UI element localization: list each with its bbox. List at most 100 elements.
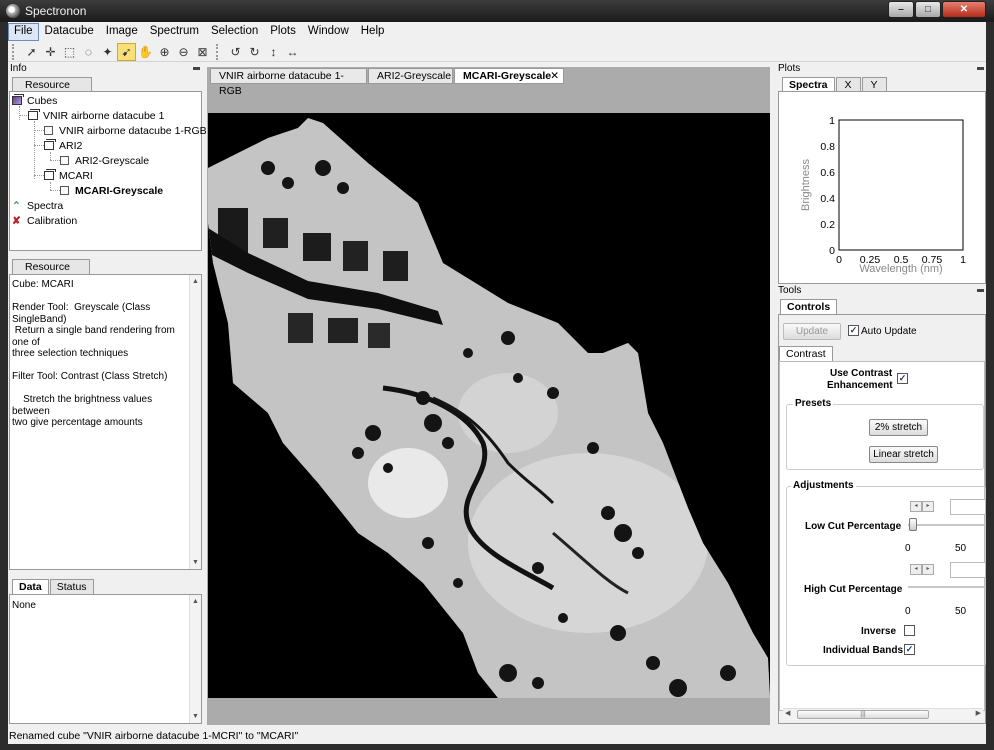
plots-dock-title[interactable]: Plots xyxy=(778,63,986,75)
tools-dock-title[interactable]: Tools xyxy=(778,285,986,297)
app-window: Spectronon – □ ✕ File Datacube Image Spe… xyxy=(0,0,994,750)
tab-spectra[interactable]: Spectra xyxy=(782,77,835,92)
tree-item-spectra[interactable]: ⌃ Spectra xyxy=(12,199,63,214)
info-dock-title[interactable]: Info xyxy=(10,63,202,75)
use-contrast-checkbox[interactable]: ✓ xyxy=(897,373,908,384)
status-bar: Renamed cube "VNIR airborne datacube 1-M… xyxy=(9,730,299,742)
contrast-tabbar: Contrast xyxy=(779,346,834,361)
presets-title: Presets xyxy=(793,398,834,409)
high-cut-field[interactable] xyxy=(950,562,986,578)
resource-info-panel: Cube: MCARI Render Tool: Greyscale (Clas… xyxy=(9,274,202,570)
spectra-icon: ⌃ xyxy=(12,200,21,212)
image-icon xyxy=(60,156,69,165)
menu-datacube[interactable]: Datacube xyxy=(39,23,100,41)
menu-window[interactable]: Window xyxy=(302,23,355,41)
cube-icon xyxy=(44,139,56,150)
minimize-button[interactable]: – xyxy=(888,1,914,18)
y-tick-label: 0.8 xyxy=(820,141,835,153)
tab-controls[interactable]: Controls xyxy=(780,299,838,314)
controls-hscrollbar[interactable]: ◀ ||| ▶ xyxy=(783,708,983,720)
dock-float-icon[interactable] xyxy=(977,289,984,292)
tab-data[interactable]: Data xyxy=(12,579,49,594)
doc-tab-mcari-greyscale[interactable]: MCARI-Greyscale ✕ xyxy=(454,68,564,84)
toolbar-grip[interactable] xyxy=(12,43,18,60)
tree-item-vnir-cube[interactable]: VNIR airborne datacube 1 xyxy=(28,109,164,124)
dock-float-icon[interactable] xyxy=(977,67,984,70)
close-button[interactable]: ✕ xyxy=(942,1,986,18)
low-cut-spinner[interactable]: ◂ ▸ xyxy=(910,501,934,512)
menu-help[interactable]: Help xyxy=(355,23,391,41)
individual-bands-checkbox[interactable]: ✓ xyxy=(904,644,915,655)
tab-resource-tree[interactable]: Resource Tree xyxy=(12,77,92,105)
title-bar[interactable]: Spectronon – □ ✕ xyxy=(0,0,994,22)
tree-item-cubes[interactable]: Cubes xyxy=(12,94,57,109)
crosshair-icon[interactable]: ✛ xyxy=(41,43,60,61)
low-cut-slider-track[interactable] xyxy=(908,524,986,526)
tree-item-ari2-greyscale[interactable]: ARI2-Greyscale xyxy=(60,154,149,169)
pointer-pick-icon[interactable]: ➹ xyxy=(117,42,136,61)
auto-update-checkbox[interactable]: ✓ xyxy=(848,325,859,336)
spectra-plot[interactable]: 00.20.40.60.81 0 0.25 0.5 0.75 1 Wavelength … xyxy=(779,92,985,283)
resource-tree-tabbar: Resource Tree xyxy=(12,77,93,105)
hand-pan-icon[interactable]: ✋ xyxy=(136,43,155,61)
window-frame-right xyxy=(986,22,994,750)
doc-tab-ari2-greyscale[interactable]: ARI2-Greyscale xyxy=(368,68,453,84)
tree-item-mcari[interactable]: MCARI xyxy=(44,169,93,184)
arrow-select-icon[interactable]: ➚ xyxy=(22,43,41,61)
zoom-in-icon[interactable]: ⊕ xyxy=(155,43,174,61)
maximize-button[interactable]: □ xyxy=(915,1,941,18)
y-tick-label: 0.4 xyxy=(820,193,835,205)
preset-linear-stretch-button[interactable]: Linear stretch xyxy=(869,446,938,463)
tree-item-vnir-rgb[interactable]: VNIR airborne datacube 1-RGB xyxy=(44,124,207,139)
toolbar-grip-2[interactable] xyxy=(216,43,222,60)
resource-tree[interactable]: Cubes VNIR airborne datacube 1 VNIR airb… xyxy=(9,91,207,251)
inverse-checkbox[interactable] xyxy=(904,625,915,636)
flip-vertical-icon[interactable]: ↕ xyxy=(264,43,283,61)
menu-plots[interactable]: Plots xyxy=(264,23,302,41)
low-cut-slider-handle[interactable] xyxy=(909,518,917,531)
scroll-right-icon[interactable]: ▶ xyxy=(976,709,981,717)
update-button[interactable]: Update xyxy=(783,323,841,340)
tab-resource-info[interactable]: Resource Info xyxy=(12,259,90,287)
data-tabbar: Data Status xyxy=(12,579,95,594)
rotate-right-icon[interactable]: ↻ xyxy=(245,43,264,61)
rotate-left-icon[interactable]: ↺ xyxy=(226,43,245,61)
menu-image[interactable]: Image xyxy=(100,23,144,41)
tab-x[interactable]: X xyxy=(835,77,861,92)
plot-axes-frame xyxy=(838,119,964,251)
resource-info-scrollbar[interactable]: ▲ ▼ xyxy=(189,275,201,569)
dock-float-icon[interactable] xyxy=(193,67,200,70)
low-cut-field[interactable] xyxy=(950,499,986,515)
tab-status[interactable]: Status xyxy=(49,579,94,594)
tab-y[interactable]: Y xyxy=(861,77,887,92)
tree-item-calibration[interactable]: ✘ Calibration xyxy=(12,214,77,229)
scroll-thumb[interactable]: ||| xyxy=(797,710,929,719)
high-cut-spinner[interactable]: ◂ ▸ xyxy=(910,564,934,575)
data-scrollbar[interactable]: ▲ ▼ xyxy=(189,595,201,723)
x-tick-label: 0 xyxy=(836,254,842,266)
tab-contrast[interactable]: Contrast xyxy=(779,346,833,361)
scroll-left-icon[interactable]: ◀ xyxy=(785,709,790,717)
data-panel: None ▲ ▼ xyxy=(9,594,202,724)
magic-wand-icon[interactable]: ✦ xyxy=(98,43,117,61)
image-view[interactable] xyxy=(208,113,770,698)
high-cut-slider-track[interactable] xyxy=(908,586,986,588)
app-logo-icon xyxy=(6,4,20,18)
close-tab-icon[interactable]: ✕ xyxy=(550,69,559,84)
lasso-icon[interactable]: ◌ xyxy=(79,43,98,61)
x-tick-label: 1 xyxy=(960,254,966,266)
cube-icon xyxy=(44,169,56,180)
preset-2pct-stretch-button[interactable]: 2% stretch xyxy=(869,419,928,436)
zoom-out-icon[interactable]: ⊖ xyxy=(174,43,193,61)
menu-file[interactable]: File xyxy=(8,23,39,41)
flip-horizontal-icon[interactable]: ↔ xyxy=(283,43,302,61)
doc-tab-vnir-rgb[interactable]: VNIR airborne datacube 1-RGB xyxy=(210,68,367,97)
tree-item-mcari-greyscale[interactable]: MCARI-Greyscale xyxy=(60,184,163,199)
tree-item-ari2[interactable]: ARI2 xyxy=(44,139,82,154)
menu-selection[interactable]: Selection xyxy=(205,23,264,41)
zoom-fit-icon[interactable]: ⊠ xyxy=(193,43,212,61)
image-icon xyxy=(60,186,69,195)
calibration-icon: ✘ xyxy=(12,215,21,227)
menu-spectrum[interactable]: Spectrum xyxy=(144,23,205,41)
rect-select-icon[interactable]: ⬚ xyxy=(60,43,79,61)
